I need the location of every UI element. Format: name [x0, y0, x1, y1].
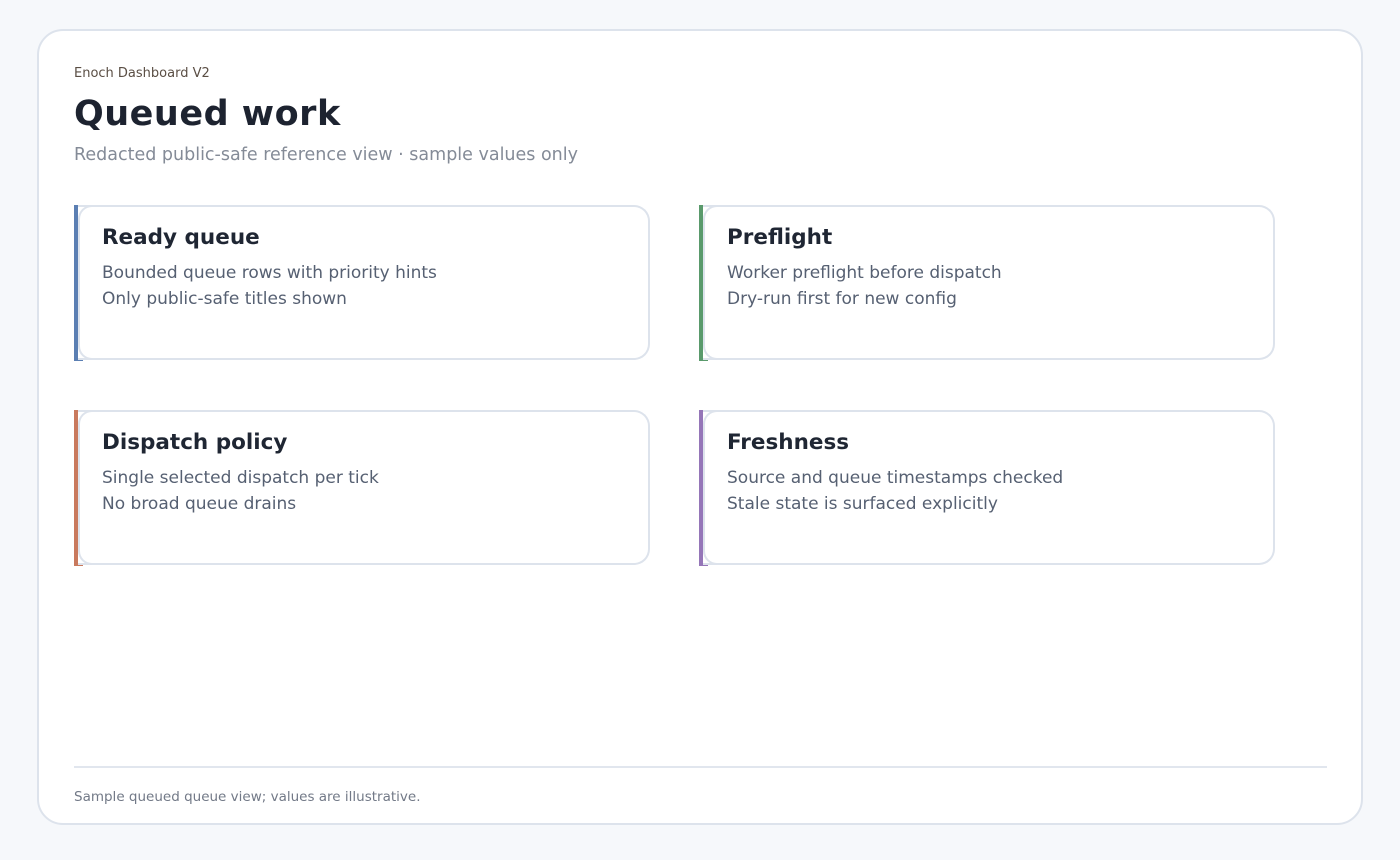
card-title: Dispatch policy	[102, 430, 288, 455]
card-title: Ready queue	[102, 225, 260, 250]
card-preflight: Preflight Worker preflight before dispat…	[699, 205, 1275, 361]
card-line: Dry-run first for new config	[727, 289, 957, 309]
card-line: Stale state is surfaced explicitly	[727, 494, 998, 514]
card-body: Ready queue Bounded queue rows with prio…	[78, 205, 650, 360]
footer-divider	[74, 766, 1327, 768]
card-ready-queue: Ready queue Bounded queue rows with prio…	[74, 205, 650, 361]
card-line: Single selected dispatch per tick	[102, 468, 379, 488]
card-title: Freshness	[727, 430, 850, 455]
card-body: Freshness Source and queue timestamps ch…	[703, 410, 1275, 565]
footer-note: Sample queued queue view; values are ill…	[74, 789, 421, 805]
card-title: Preflight	[727, 225, 833, 250]
card-body: Preflight Worker preflight before dispat…	[703, 205, 1275, 360]
card-freshness: Freshness Source and queue timestamps ch…	[699, 410, 1275, 566]
page-subtitle: Redacted public-safe reference view · sa…	[74, 145, 578, 165]
dashboard-name: Enoch Dashboard V2	[74, 66, 210, 81]
card-line: Only public-safe titles shown	[102, 289, 347, 309]
card-dispatch-policy: Dispatch policy Single selected dispatch…	[74, 410, 650, 566]
card-line: No broad queue drains	[102, 494, 297, 514]
page-title: Queued work	[74, 94, 341, 134]
card-body: Dispatch policy Single selected dispatch…	[78, 410, 650, 565]
card-line: Source and queue timestamps checked	[727, 468, 1064, 488]
card-line: Bounded queue rows with priority hints	[102, 263, 437, 283]
card-line: Worker preflight before dispatch	[727, 263, 1002, 283]
